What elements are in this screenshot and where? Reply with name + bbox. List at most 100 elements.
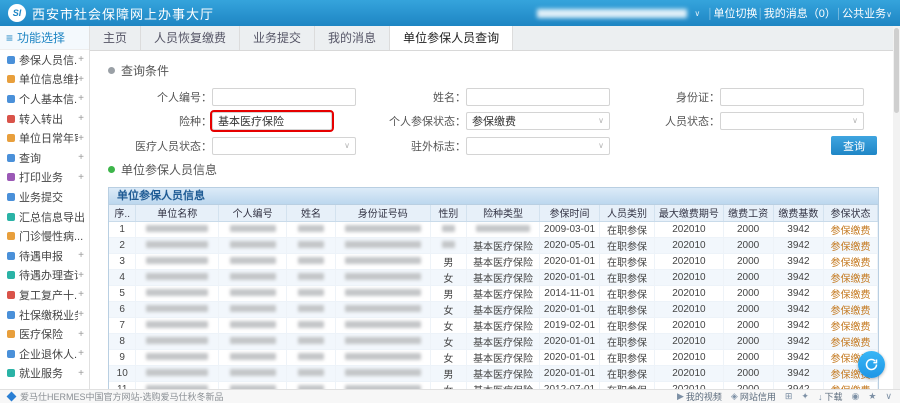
sidebar-item[interactable]: 汇总信息导出 [0,207,89,227]
sidebar-item[interactable]: 企业退休人...+ [0,344,89,364]
sidebar-item-label: 复工复产十... [19,287,78,303]
sidebar-item[interactable]: 个人基本信...+ [0,89,89,109]
cell-category: 在职参保 [599,317,655,333]
cell-status: 参保缴费 [824,269,878,285]
sidebar-item[interactable]: 转入转出+ [0,109,89,129]
sidebar-item[interactable]: 就业服务+ [0,364,89,384]
table-row[interactable]: 8女基本医疗保险2020-01-01在职参保20201020003942参保缴费 [109,333,878,349]
tab[interactable]: 主页 [90,26,141,50]
table-row[interactable]: 6女基本医疗保险2020-01-01在职参保20201020003942参保缴费 [109,301,878,317]
sidebar-item[interactable]: 打印业务+ [0,168,89,188]
statusbar-item-label: 下载 [824,390,842,403]
cell-date: 2020-05-01 [540,237,599,253]
cell-personal_no [219,269,287,285]
table-row[interactable]: 10男基本医疗保险2020-01-01在职参保20201020003942参保缴… [109,365,878,381]
sidebar-item[interactable]: 医疗保险+ [0,324,89,344]
menu-item-icon [7,330,15,338]
cell-personal_no [219,317,287,333]
statusbar-item[interactable]: ∨ [885,391,892,402]
sidebar-item[interactable]: 复工复产十...+ [0,285,89,305]
tab[interactable]: 单位参保人员查询 [390,26,513,50]
cell-date: 2019-02-01 [540,317,599,333]
scrollbar-thumb[interactable] [894,28,899,113]
column-header: 人员类别 [599,205,655,221]
cell-status: 参保缴费 [824,221,878,237]
dot-icon: ◉ [851,391,859,402]
select-medical-person-status[interactable] [212,137,356,155]
personal_no-redacted [230,369,276,376]
personal_no-redacted [230,289,276,296]
menu-item-icon [7,271,15,279]
cell-status: 参保缴费 [824,333,878,349]
sidebar-item-label: 单位日常年审 [19,130,78,146]
cell-gender [430,237,466,253]
cell-gender [430,221,466,237]
cell-base: 3942 [773,301,823,317]
statusbar-item[interactable]: ◈网站信用 [731,390,776,403]
table-row[interactable]: 11女基本医疗保险2012-07-01在职参保20201020003942参保缴… [109,381,878,389]
statusbar-item[interactable]: ◉ [851,391,859,402]
sidebar-item[interactable]: 社保缴税业务+ [0,305,89,325]
select-personal-insured-status[interactable]: 参保缴费 [466,112,610,130]
sidebar-item[interactable]: 单位信息维护+ [0,70,89,90]
sidebar-item[interactable]: 业务提交 [0,187,89,207]
content-panel: 查询条件 个人编号：姓名：身份证：险种：基本医疗保险个人参保状态：参保缴费人员状… [90,51,893,389]
table-row[interactable]: 3男基本医疗保险2020-01-01在职参保20201020003942参保缴费 [109,253,878,269]
cell-insurance: 基本医疗保险 [466,237,540,253]
refresh-button[interactable] [858,351,885,378]
expand-icon: + [78,133,84,144]
sidebar-item[interactable]: 参保人员信...+ [0,50,89,70]
topbar-menu-item[interactable]: 我的消息（0） [764,8,836,20]
cell-gender: 男 [430,253,466,269]
sidebar-item[interactable]: 门诊慢性病... [0,226,89,246]
cell-period: 202010 [655,365,723,381]
search-button[interactable]: 查询 [831,136,877,155]
expand-icon: + [78,348,84,359]
topbar-menu-item[interactable]: 公共业务 [842,8,886,20]
sidebar-item[interactable]: 待遇办理查询+ [0,266,89,286]
statusbar-item[interactable]: ▶我的视频 [677,390,722,403]
gender-redacted [442,225,455,232]
select-abroad-flag[interactable] [466,137,610,155]
chevron-down-icon[interactable]: ∨ [694,9,700,18]
topbar-menu-item[interactable]: 单位切换 [714,8,758,20]
sidebar-item[interactable]: 查询+ [0,148,89,168]
cell-company [136,285,219,301]
expand-icon: + [78,368,84,379]
table-row[interactable]: 4女基本医疗保险2020-01-01在职参保20201020003942参保缴费 [109,269,878,285]
statusbar-item[interactable]: ⊞ [785,391,793,402]
input-personal-no[interactable] [212,88,356,106]
input-insurance-type[interactable]: 基本医疗保险 [212,112,332,130]
table-row[interactable]: 9女基本医疗保险2020-01-01在职参保20201020003942参保缴费 [109,349,878,365]
table-row[interactable]: 12009-03-01在职参保20201020003942参保缴费 [109,221,878,237]
sidebar-header[interactable]: ≡ 功能选择 [0,26,89,50]
cell-base: 3942 [773,365,823,381]
cell-date: 2012-07-01 [540,381,599,389]
tab[interactable]: 业务提交 [240,26,315,50]
site-link[interactable]: 爱马仕HERMES中国官方网站-选购爱马仕秋冬新品 [20,390,224,403]
column-header: 最大缴费期号 [655,205,723,221]
table-row[interactable]: 2基本医疗保险2020-05-01在职参保20201020003942参保缴费 [109,237,878,253]
cell-category: 在职参保 [599,253,655,269]
select-person-state[interactable] [720,112,864,130]
tab[interactable]: 我的消息 [315,26,390,50]
sidebar-item[interactable]: 单位日常年审+ [0,128,89,148]
company-redacted [146,273,208,280]
table-row[interactable]: 7女基本医疗保险2019-02-01在职参保20201020003942参保缴费 [109,317,878,333]
cell-period: 202010 [655,381,723,389]
topbar: SI 西安市社会保障网上办事大厅 ∨ │单位切换│我的消息（0）│公共业务∨ [0,0,900,26]
query-form: 个人编号：姓名：身份证：险种：基本医疗保险个人参保状态：参保缴费人员状态：医疗人… [106,88,883,155]
input-id-card[interactable] [720,88,864,106]
tab[interactable]: 人员恢复缴费 [141,26,240,50]
statusbar-item[interactable]: ★ [868,391,876,402]
cell-personal_no [219,365,287,381]
statusbar-item[interactable]: ↓下载 [818,390,843,403]
sidebar-item[interactable]: 待遇申报+ [0,246,89,266]
cell-category: 在职参保 [599,349,655,365]
query-section-header: 查询条件 [108,62,883,79]
table-row[interactable]: 5男基本医疗保险2014-11-01在职参保20201020003942参保缴费 [109,285,878,301]
input-name[interactable] [466,88,610,106]
id_no-redacted [345,337,421,344]
statusbar-item[interactable]: ✦ [801,391,809,402]
cell-id_no [335,349,430,365]
